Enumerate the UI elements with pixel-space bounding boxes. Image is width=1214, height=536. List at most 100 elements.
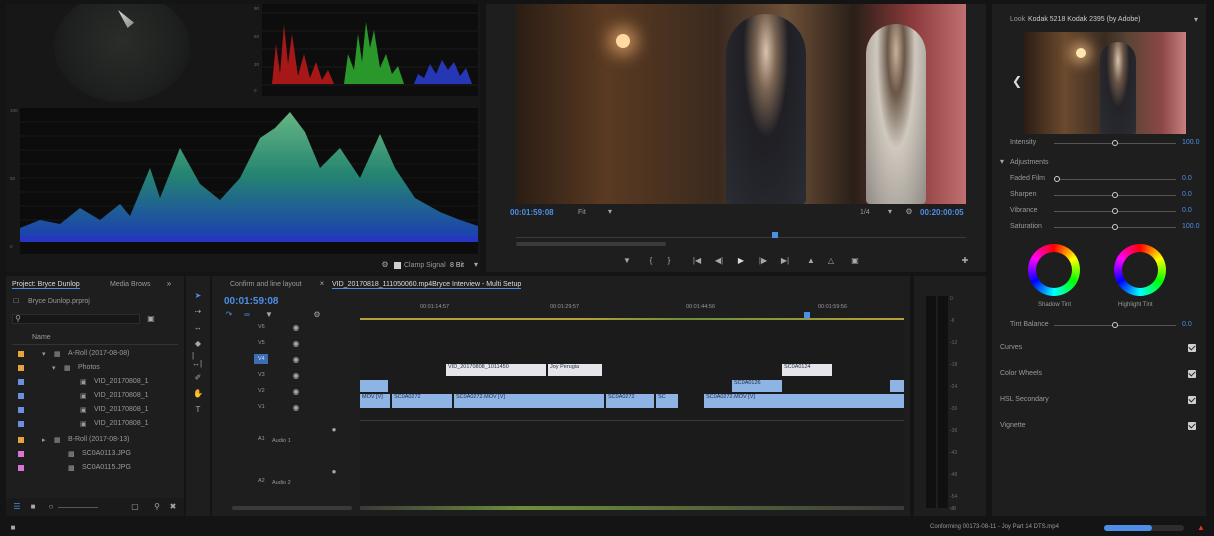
program-current-timecode[interactable]: 00:01:59:08 <box>510 208 554 217</box>
timeline-clip[interactable]: SC <box>656 394 678 408</box>
warning-icon[interactable]: ▲ <box>1196 523 1206 533</box>
list-item[interactable]: ▣ VID_20170808_1 <box>12 418 184 430</box>
list-item[interactable]: ▣ VID_20170808_1 <box>12 390 184 402</box>
bit-depth-select[interactable]: 8 Bit <box>450 262 464 269</box>
tab-media-browser[interactable]: Media Brows <box>110 281 150 288</box>
track-header[interactable]: V5 <box>258 340 265 346</box>
new-bin-icon[interactable]: ▣ <box>146 315 156 323</box>
timeline-tracks-area[interactable]: VID_20170808_1011450 Joy Perugia SC0A012… <box>360 320 904 506</box>
track-select-tool-icon[interactable]: ⇢ <box>192 306 204 318</box>
list-item[interactable]: ▣ VID_20170808_1 <box>12 404 184 416</box>
chevron-down-icon[interactable]: ▾ <box>998 158 1006 166</box>
go-to-in-icon[interactable]: |◀ <box>692 256 702 266</box>
vibrance-slider-knob[interactable] <box>1112 208 1118 214</box>
look-preview-image[interactable] <box>1024 32 1186 134</box>
list-item[interactable]: ▾ ▦ A-Roll (2017-08-08) <box>12 348 184 360</box>
step-forward-icon[interactable]: |▶ <box>758 256 768 266</box>
sharpen-slider-knob[interactable] <box>1112 192 1118 198</box>
eye-icon[interactable]: ◉ <box>292 372 300 380</box>
list-item[interactable]: ▣ VID_20170808_1 <box>12 376 184 388</box>
section-curves-checkbox[interactable] <box>1188 344 1196 352</box>
microphone-icon[interactable]: ● <box>330 468 338 476</box>
adjustment-value-sharpen[interactable]: 0.0 <box>1182 191 1192 198</box>
timeline-clip[interactable]: MOV [V] <box>360 394 390 408</box>
chevron-down-icon[interactable]: ▾ <box>472 261 480 269</box>
list-view-icon[interactable]: ☰ <box>12 502 22 512</box>
search-input[interactable] <box>12 314 140 324</box>
playhead-marker[interactable] <box>772 232 778 238</box>
intensity-value[interactable]: 100.0 <box>1182 139 1200 146</box>
pen-tool-icon[interactable]: ✐ <box>192 372 204 384</box>
razor-tool-icon[interactable]: ◆ <box>192 338 204 350</box>
saturation-slider-knob[interactable] <box>1112 224 1118 230</box>
timeline-clip[interactable]: SC0A0272 <box>392 394 452 408</box>
icon-view-icon[interactable]: ■ <box>28 502 38 512</box>
timeline-clip[interactable]: SC0A0272 <box>606 394 654 408</box>
eye-icon[interactable]: ◉ <box>292 356 300 364</box>
timeline-clip[interactable]: SC0A0124 <box>782 364 832 376</box>
add-marker-icon[interactable]: ▼ <box>264 310 274 320</box>
section-curves[interactable]: Curves <box>1000 344 1022 351</box>
section-color-wheels-checkbox[interactable] <box>1188 370 1196 378</box>
eye-icon[interactable]: ◉ <box>292 388 300 396</box>
section-hsl-secondary[interactable]: HSL Secondary <box>1000 396 1049 403</box>
adjustment-value-faded-film[interactable]: 0.0 <box>1182 175 1192 182</box>
track-header[interactable]: V6 <box>258 324 265 330</box>
shadow-tint-wheel[interactable] <box>1028 244 1080 296</box>
mark-in-icon[interactable]: { <box>646 256 656 266</box>
chevron-down-icon[interactable]: ▾ <box>1192 16 1200 24</box>
list-item[interactable]: ▩ SC0A0113.JPG <box>12 448 184 460</box>
close-icon[interactable]: × <box>318 280 326 288</box>
selection-tool-icon[interactable]: ➤ <box>192 290 204 302</box>
hand-tool-icon[interactable]: ✋ <box>192 388 204 400</box>
track-header[interactable]: V4 <box>258 356 265 362</box>
faded-film-slider-knob[interactable] <box>1054 176 1060 182</box>
microphone-icon[interactable]: ● <box>330 426 338 434</box>
status-icon[interactable]: ■ <box>8 523 18 533</box>
track-header[interactable]: V3 <box>258 372 265 378</box>
timeline-clip[interactable] <box>890 380 904 392</box>
faded-film-slider-track[interactable] <box>1054 179 1176 180</box>
chevron-left-icon[interactable]: ❮ <box>1012 74 1022 88</box>
lift-icon[interactable]: ▲ <box>806 256 816 266</box>
section-vignette[interactable]: Vignette <box>1000 422 1026 429</box>
step-back-icon[interactable]: ◀| <box>714 256 724 266</box>
section-vignette-checkbox[interactable] <box>1188 422 1196 430</box>
column-name[interactable]: Name <box>32 334 51 341</box>
timeline-clip[interactable]: SC0A0126 <box>732 380 782 392</box>
list-item[interactable]: ▸ ▦ B-Roll (2017-08-13) <box>12 434 184 446</box>
add-marker-icon[interactable]: ▼ <box>622 256 632 266</box>
linked-selection-icon[interactable]: ∞ <box>242 310 252 320</box>
list-item[interactable]: ▩ SC0A0115.JPG <box>12 462 184 474</box>
zoom-slider-track[interactable] <box>58 507 98 508</box>
track-header[interactable]: V2 <box>258 388 265 394</box>
wrench-icon[interactable]: ⚙ <box>380 260 390 270</box>
camera-icon[interactable]: ▣ <box>850 256 860 266</box>
slip-tool-icon[interactable]: |↔| <box>192 352 204 368</box>
play-icon[interactable]: ▶ <box>736 256 746 266</box>
chevron-down-icon[interactable]: ▾ <box>606 208 614 216</box>
timeline-zoom-handle[interactable] <box>232 506 352 510</box>
highlight-tint-wheel[interactable] <box>1114 244 1166 296</box>
extract-icon[interactable]: △ <box>826 256 836 266</box>
panel-menu-icon[interactable]: » <box>164 280 174 288</box>
type-tool-icon[interactable]: T <box>192 404 204 416</box>
timeline-clip[interactable]: VID_20170808_1011450 <box>446 364 546 376</box>
timeline-clip[interactable]: Joy Perugia <box>548 364 602 376</box>
look-select[interactable]: Kodak 5218 Kodak 2395 (by Adobe) <box>1028 16 1140 23</box>
adjustment-value-vibrance[interactable]: 0.0 <box>1182 207 1192 214</box>
program-time-ruler[interactable] <box>516 230 966 238</box>
timeline-timecode[interactable]: 00:01:59:08 <box>224 296 278 307</box>
go-to-out-icon[interactable]: ▶| <box>780 256 790 266</box>
eye-icon[interactable]: ◉ <box>292 404 300 412</box>
playhead-marker[interactable] <box>804 312 810 318</box>
delete-icon[interactable]: ✖ <box>168 502 178 512</box>
wrench-icon[interactable]: ⚙ <box>312 310 322 320</box>
eye-icon[interactable]: ◉ <box>292 340 300 348</box>
timeline-horizontal-scrollbar[interactable] <box>360 506 904 510</box>
chevron-down-icon[interactable]: ▾ <box>886 208 894 216</box>
search-icon[interactable]: ⚲ <box>152 502 162 512</box>
tint-balance-value[interactable]: 0.0 <box>1182 321 1192 328</box>
snap-icon[interactable]: ↷ <box>224 310 234 320</box>
adjustments-label[interactable]: Adjustments <box>1010 159 1049 166</box>
